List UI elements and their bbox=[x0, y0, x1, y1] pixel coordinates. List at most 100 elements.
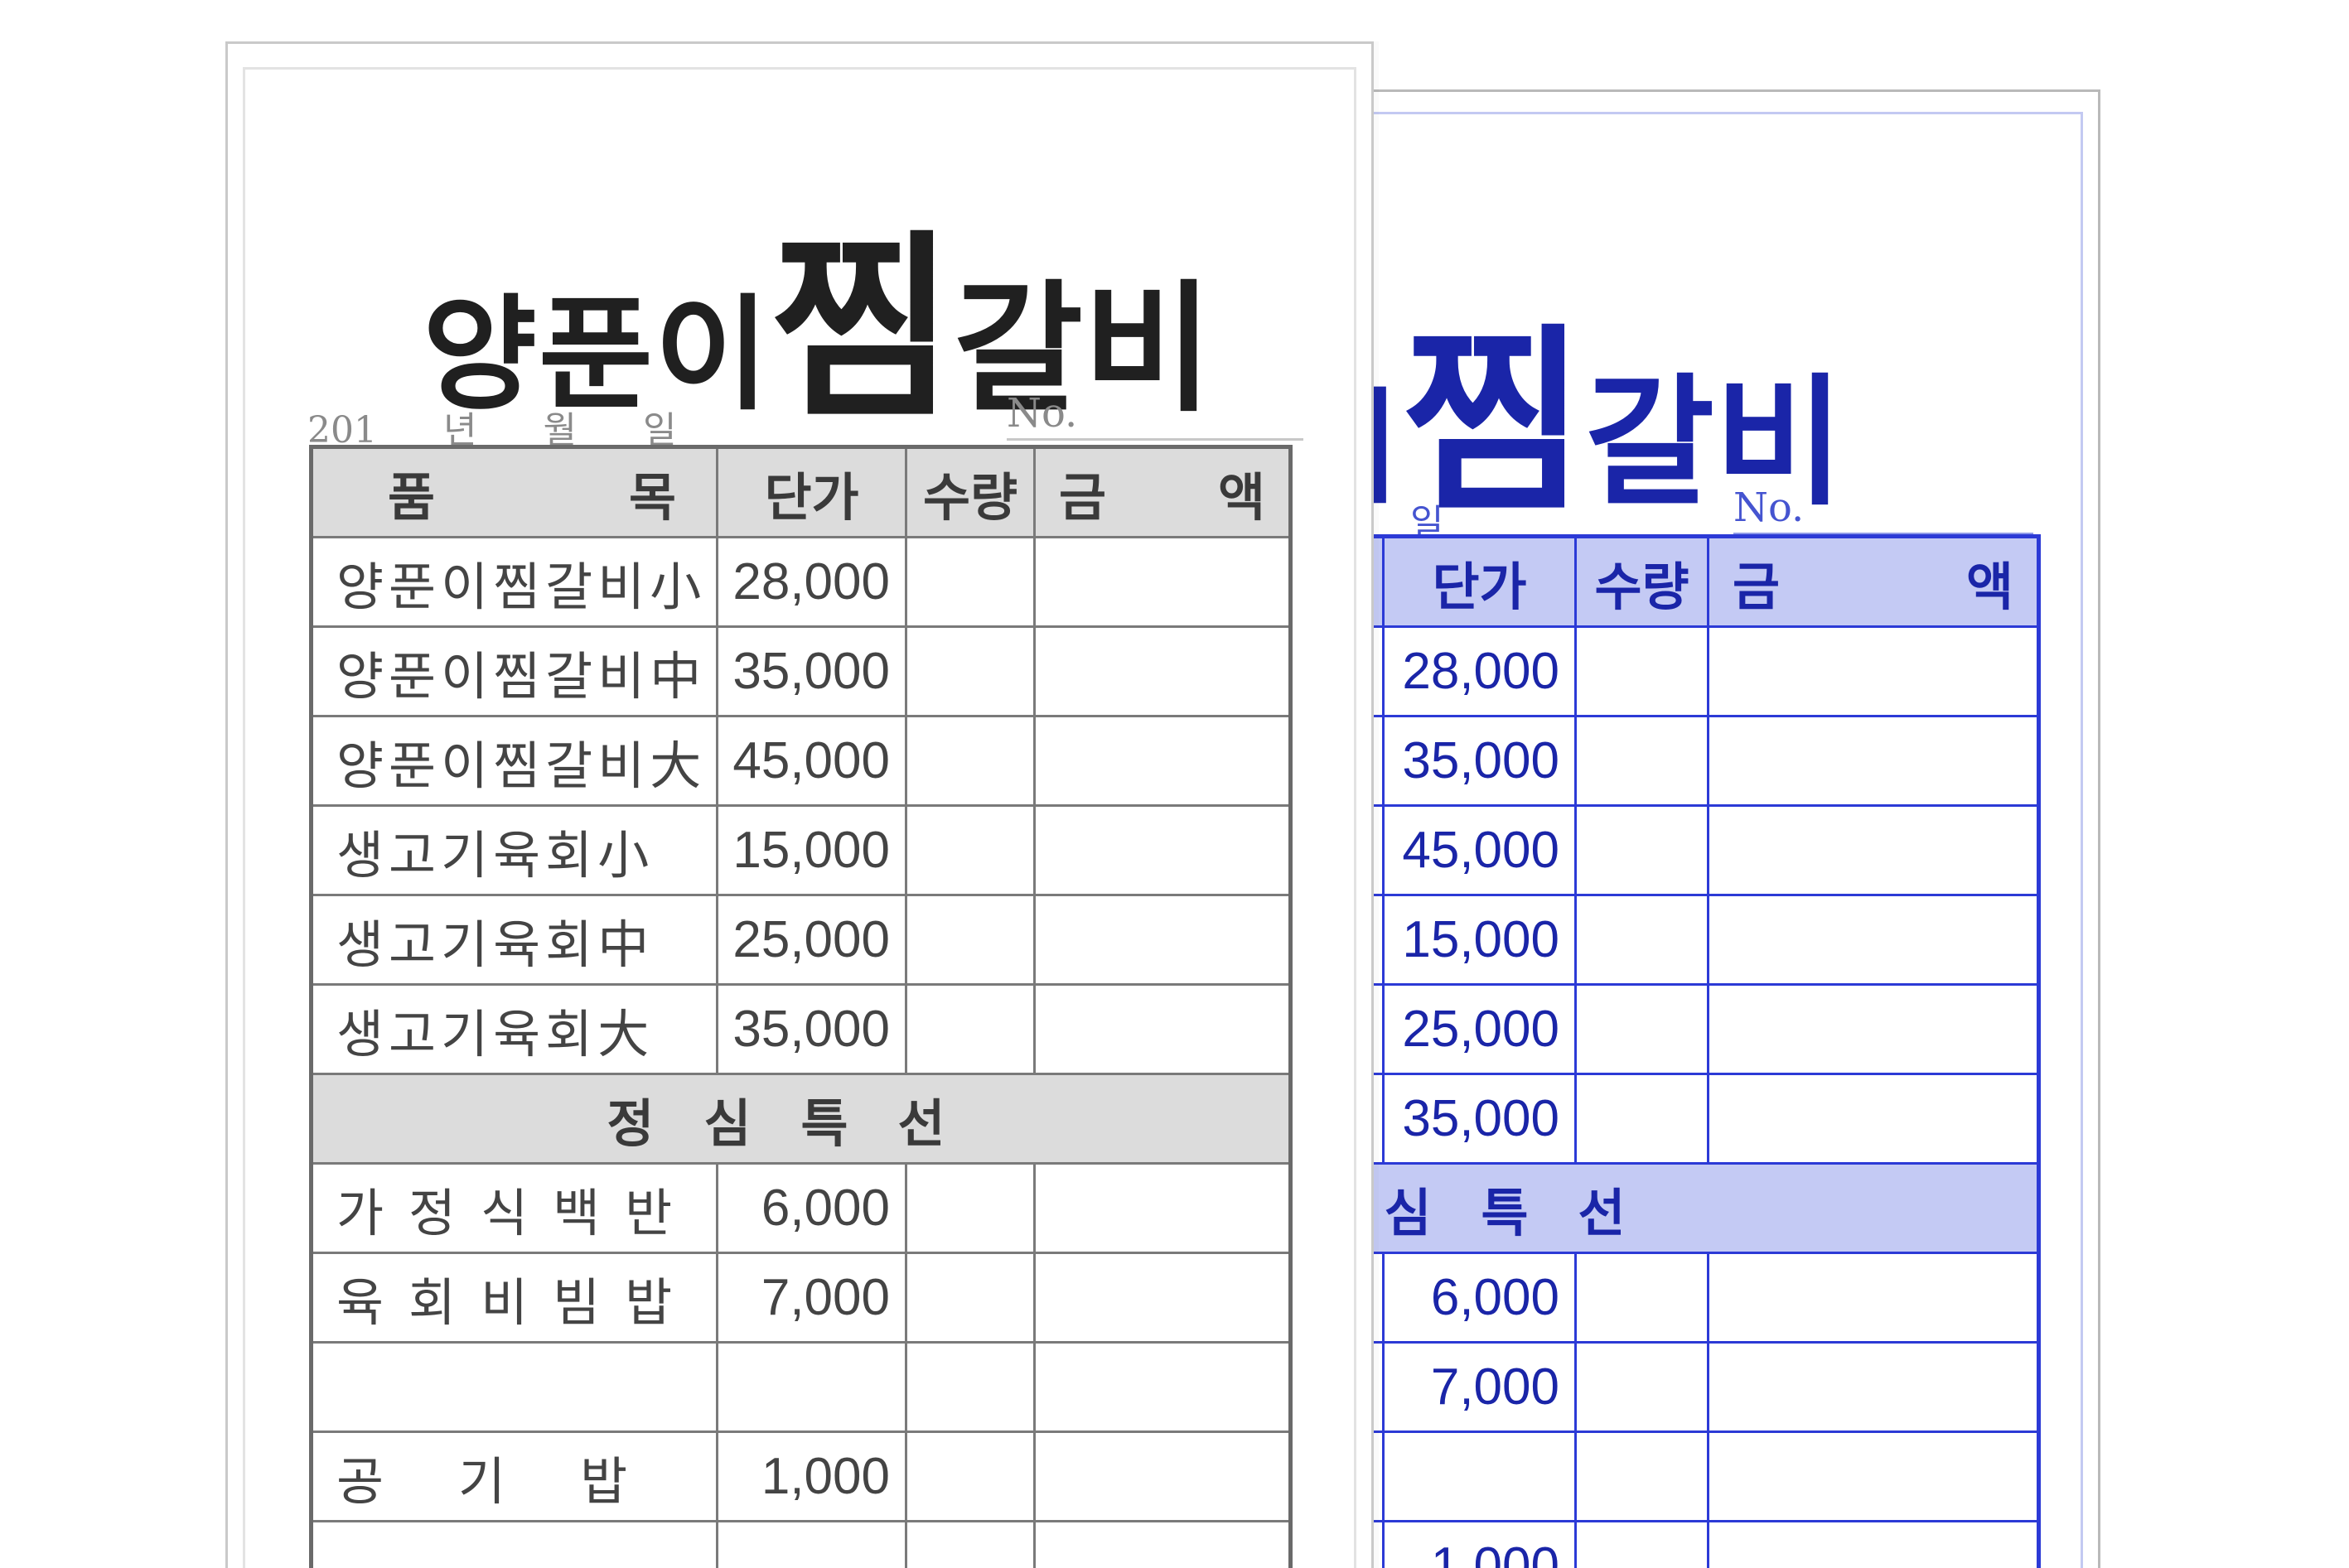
amount-cell[interactable] bbox=[1035, 806, 1291, 895]
qty-cell[interactable] bbox=[906, 538, 1035, 627]
menu-table: 품목 단가 수량 금액 양푼이찜갈비小28,000 양푼이찜갈비中35,000 … bbox=[309, 445, 1293, 1568]
item-name: 가정식백반 bbox=[312, 1164, 718, 1253]
amount-cell[interactable] bbox=[1035, 1164, 1291, 1253]
amount-cell[interactable] bbox=[1035, 538, 1291, 627]
qty-cell[interactable] bbox=[906, 1432, 1035, 1522]
qty-cell[interactable] bbox=[1576, 1253, 1709, 1343]
qty-cell[interactable] bbox=[906, 716, 1035, 806]
amount-cell[interactable] bbox=[1035, 1522, 1291, 1568]
qty-cell[interactable] bbox=[1576, 716, 1709, 806]
item-name: 양푼이찜갈비中 bbox=[312, 627, 718, 716]
section-row: 정심특선 bbox=[312, 1074, 1291, 1164]
amount-cell[interactable] bbox=[1709, 716, 2039, 806]
qty-cell[interactable] bbox=[1576, 1432, 1709, 1522]
qty-cell[interactable] bbox=[1576, 1522, 1709, 1568]
table-row: 육회비빔밥7,000 bbox=[312, 1253, 1291, 1343]
amount-cell[interactable] bbox=[1709, 1074, 2039, 1164]
item-price: 1,000 bbox=[718, 1432, 906, 1522]
amount-cell[interactable] bbox=[1035, 1253, 1291, 1343]
table-row: 양푼이찜갈비中35,000 bbox=[1369, 716, 2039, 806]
number-label: No. bbox=[1007, 390, 1077, 437]
table-row: 생고기육회中25,000 bbox=[1369, 985, 2039, 1074]
table-header-row: 품목 단가 수량 금액 bbox=[312, 447, 1291, 538]
receipt-form-black: 양푼이찜갈비 201년월일 No. 품목 단가 수량 금액 양푼이찜갈비小28,… bbox=[225, 41, 1374, 1568]
table-row: 생고기육회中25,000 bbox=[312, 895, 1291, 985]
qty-cell[interactable] bbox=[906, 1253, 1035, 1343]
menu-table-blue: 품목 단가 수량 금액 양푼이찜갈비小28,000 양푼이찜갈비中35,000 … bbox=[1369, 534, 2041, 1568]
section-title-lunch-special: 정심특선 bbox=[1369, 1164, 2039, 1253]
qty-cell[interactable] bbox=[1576, 1343, 1709, 1432]
table-row: 양푼이찜갈비小28,000 bbox=[312, 538, 1291, 627]
item-price-blank[interactable] bbox=[718, 1343, 906, 1432]
amount-cell[interactable] bbox=[1709, 895, 2039, 985]
qty-cell[interactable] bbox=[1576, 985, 1709, 1074]
item-price-blank[interactable] bbox=[1384, 1432, 1576, 1522]
header-price: 단가 bbox=[718, 447, 906, 538]
logo-text-yangpuni: 양푼이 bbox=[1369, 377, 1402, 521]
table-row: 공기밥1,000 bbox=[312, 1432, 1291, 1522]
table-row: 양푼이찜갈비大45,000 bbox=[1369, 806, 2039, 895]
number-underline bbox=[1007, 438, 1303, 441]
qty-cell[interactable] bbox=[906, 1522, 1035, 1568]
item-price: 35,000 bbox=[718, 627, 906, 716]
item-price: 6,000 bbox=[718, 1164, 906, 1253]
item-name: 공기밥 bbox=[312, 1432, 718, 1522]
item-price: 7,000 bbox=[1384, 1343, 1576, 1432]
table-header-row: 품목 단가 수량 금액 bbox=[1369, 537, 2039, 627]
qty-cell[interactable] bbox=[906, 1164, 1035, 1253]
item-name: 생고기육회中 bbox=[312, 895, 718, 985]
item-price: 45,000 bbox=[718, 716, 906, 806]
qty-cell[interactable] bbox=[906, 806, 1035, 895]
section-row: 정심특선 bbox=[1369, 1164, 2039, 1253]
qty-cell[interactable] bbox=[906, 985, 1035, 1074]
logo-text-jjim: 찜 bbox=[771, 213, 954, 445]
item-name-cut bbox=[312, 1522, 718, 1568]
item-name: 생고기육회小 bbox=[312, 806, 718, 895]
item-price: 35,000 bbox=[1384, 716, 1576, 806]
item-price: 1,000 bbox=[1384, 1522, 1576, 1568]
amount-cell[interactable] bbox=[1709, 1253, 2039, 1343]
item-price: 45,000 bbox=[1384, 806, 1576, 895]
number-label-blue: No. bbox=[1733, 485, 1804, 531]
header-price: 단가 bbox=[1384, 537, 1576, 627]
amount-cell[interactable] bbox=[1709, 627, 2039, 716]
amount-cell[interactable] bbox=[1035, 1343, 1291, 1432]
qty-cell[interactable] bbox=[906, 895, 1035, 985]
header-qty: 수량 bbox=[906, 447, 1035, 538]
table-row: 양푼이찜갈비小28,000 bbox=[1369, 627, 2039, 716]
amount-cell[interactable] bbox=[1035, 716, 1291, 806]
item-price: 28,000 bbox=[718, 538, 906, 627]
qty-cell[interactable] bbox=[1576, 806, 1709, 895]
amount-cell[interactable] bbox=[1709, 1343, 2039, 1432]
table-row: 생고기육회大35,000 bbox=[312, 985, 1291, 1074]
amount-cell[interactable] bbox=[1709, 806, 2039, 895]
item-name-blank[interactable] bbox=[312, 1343, 718, 1432]
table-row bbox=[312, 1522, 1291, 1568]
qty-cell[interactable] bbox=[906, 627, 1035, 716]
logo-text-galbi: 갈비 bbox=[1585, 361, 1844, 525]
qty-cell[interactable] bbox=[906, 1343, 1035, 1432]
item-price: 25,000 bbox=[1384, 985, 1576, 1074]
amount-cell[interactable] bbox=[1035, 985, 1291, 1074]
amount-cell[interactable] bbox=[1035, 895, 1291, 985]
amount-cell[interactable] bbox=[1709, 1432, 2039, 1522]
item-name: 양푼이찜갈비小 bbox=[312, 538, 718, 627]
item-price: 15,000 bbox=[718, 806, 906, 895]
qty-cell[interactable] bbox=[1576, 1074, 1709, 1164]
header-amount: 금액 bbox=[1035, 447, 1291, 538]
table-row: 생고기육회大35,000 bbox=[1369, 1074, 2039, 1164]
amount-cell[interactable] bbox=[1709, 1522, 2039, 1568]
table-row: 양푼이찜갈비大45,000 bbox=[312, 716, 1291, 806]
qty-cell[interactable] bbox=[1576, 895, 1709, 985]
amount-cell[interactable] bbox=[1035, 1432, 1291, 1522]
amount-cell[interactable] bbox=[1035, 627, 1291, 716]
table-row: 육회비빔밥7,000 bbox=[1369, 1343, 2039, 1432]
item-price-cut bbox=[718, 1522, 906, 1568]
item-price: 35,000 bbox=[1384, 1074, 1576, 1164]
item-name: 육회비빔밥 bbox=[312, 1253, 718, 1343]
section-title-lunch-special: 정심특선 bbox=[312, 1074, 1291, 1164]
amount-cell[interactable] bbox=[1709, 985, 2039, 1074]
item-name: 양푼이찜갈비大 bbox=[312, 716, 718, 806]
qty-cell[interactable] bbox=[1576, 627, 1709, 716]
item-price: 6,000 bbox=[1384, 1253, 1576, 1343]
